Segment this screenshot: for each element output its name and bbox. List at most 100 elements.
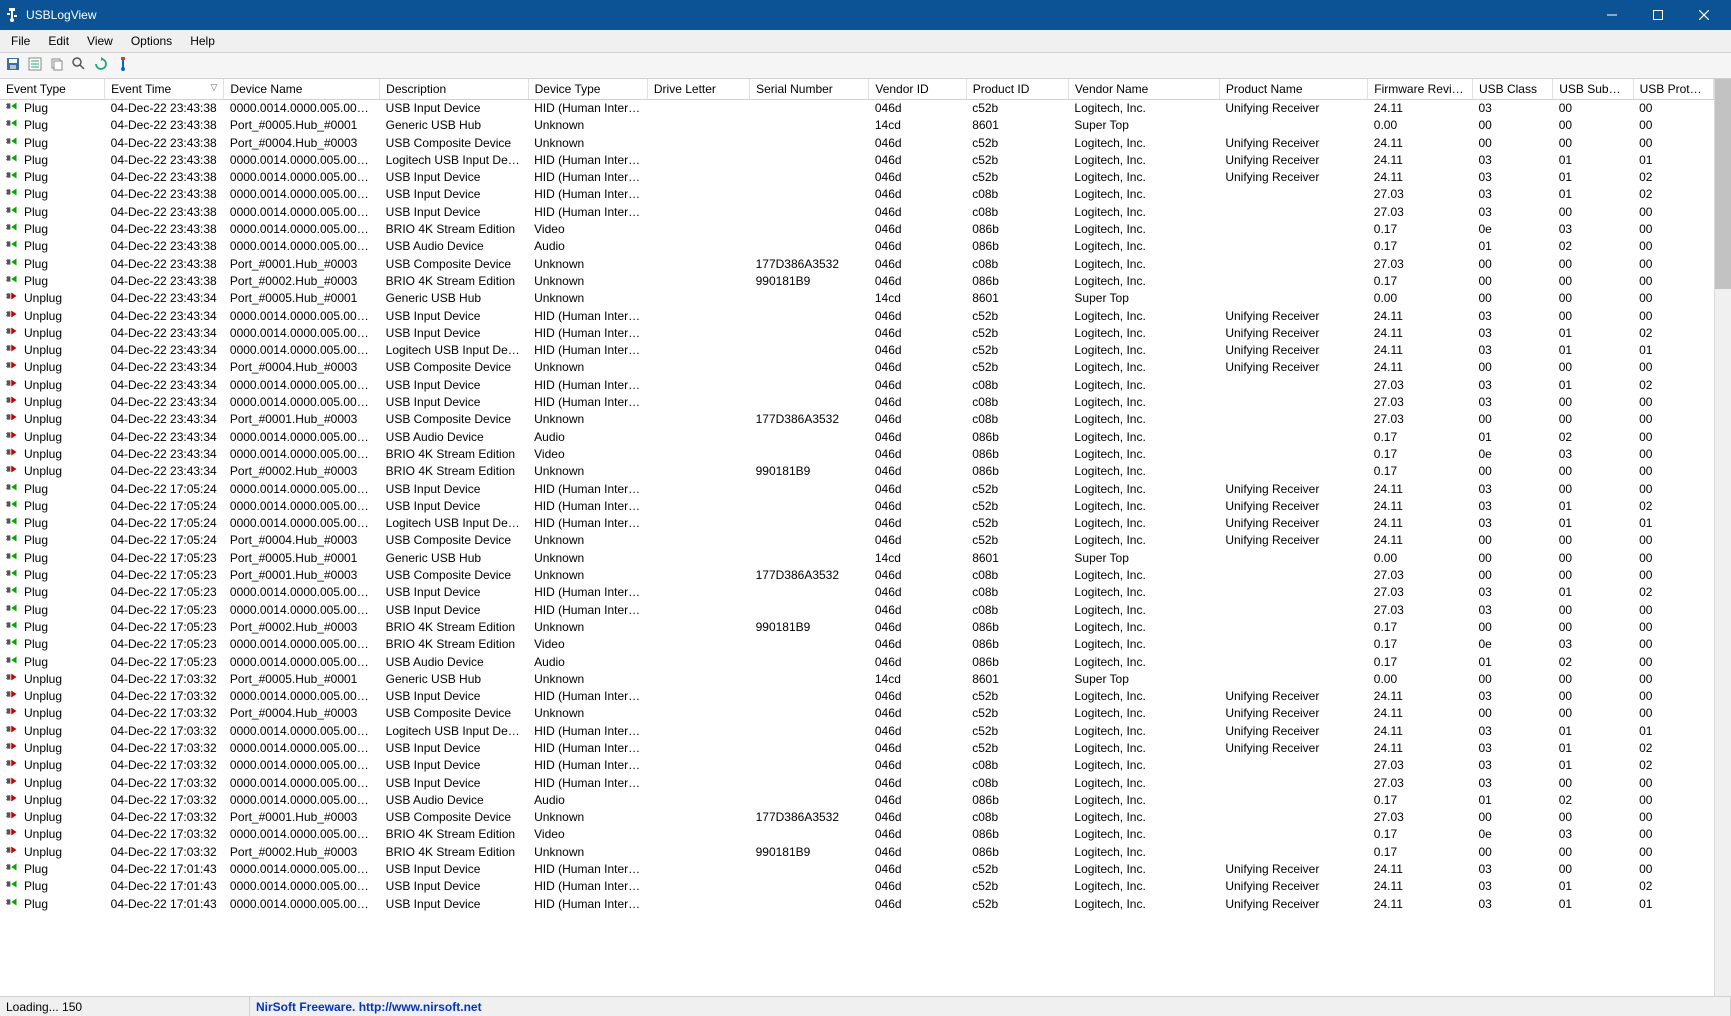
column-header[interactable]: Firmware Revis... <box>1368 79 1473 100</box>
column-header[interactable]: USB Protoc... <box>1633 79 1713 100</box>
table-row[interactable]: Unplug04-Dec-22 23:43:340000.0014.0000.0… <box>0 342 1714 359</box>
column-header[interactable]: Product ID <box>966 79 1068 100</box>
properties-button[interactable] <box>25 56 45 76</box>
cell: 02 <box>1553 238 1633 255</box>
table-row[interactable]: Unplug04-Dec-22 17:03:32Port_#0002.Hub_#… <box>0 844 1714 861</box>
table-row[interactable]: Unplug04-Dec-22 17:03:320000.0014.0000.0… <box>0 757 1714 774</box>
table-row[interactable]: Plug04-Dec-22 17:01:430000.0014.0000.005… <box>0 896 1714 913</box>
data-grid[interactable]: Event TypeEvent Time▽Device NameDescript… <box>0 79 1714 996</box>
table-row[interactable]: Unplug04-Dec-22 17:03:32Port_#0005.Hub_#… <box>0 671 1714 688</box>
table-row[interactable]: Plug04-Dec-22 17:05:240000.0014.0000.005… <box>0 498 1714 515</box>
column-header[interactable]: Serial Number <box>750 79 869 100</box>
table-row[interactable]: Unplug04-Dec-22 17:03:320000.0014.0000.0… <box>0 723 1714 740</box>
column-header[interactable]: Drive Letter <box>647 79 749 100</box>
table-row[interactable]: Unplug04-Dec-22 23:43:340000.0014.0000.0… <box>0 429 1714 446</box>
table-row[interactable]: Unplug04-Dec-22 23:43:34Port_#0001.Hub_#… <box>0 411 1714 428</box>
cell: Port_#0001.Hub_#0003 <box>224 809 380 826</box>
cell: Plug <box>0 861 105 878</box>
column-header[interactable]: Description <box>380 79 528 100</box>
table-row[interactable]: Unplug04-Dec-22 17:03:32Port_#0004.Hub_#… <box>0 705 1714 722</box>
table-row[interactable]: Plug04-Dec-22 17:01:430000.0014.0000.005… <box>0 878 1714 895</box>
status-link[interactable]: NirSoft Freeware. http://www.nirsoft.net <box>250 997 1731 1016</box>
cell <box>750 238 869 255</box>
save-button[interactable] <box>3 56 23 76</box>
cell: Logitech, Inc. <box>1068 204 1219 221</box>
table-row[interactable]: Unplug04-Dec-22 23:43:34Port_#0002.Hub_#… <box>0 463 1714 480</box>
table-row[interactable]: Plug04-Dec-22 17:05:230000.0014.0000.005… <box>0 584 1714 601</box>
minimize-button[interactable] <box>1589 0 1635 30</box>
menu-file[interactable]: File <box>2 32 39 50</box>
table-row[interactable]: Plug04-Dec-22 23:43:38Port_#0002.Hub_#00… <box>0 273 1714 290</box>
column-header[interactable]: Device Name <box>224 79 380 100</box>
column-header[interactable]: Product Name <box>1219 79 1367 100</box>
table-row[interactable]: Plug04-Dec-22 23:43:380000.0014.0000.005… <box>0 221 1714 238</box>
column-header[interactable]: Event Time▽ <box>105 79 224 100</box>
cell: 03 <box>1472 325 1552 342</box>
table-row[interactable]: Unplug04-Dec-22 23:43:340000.0014.0000.0… <box>0 446 1714 463</box>
menu-help[interactable]: Help <box>181 32 224 50</box>
table-row[interactable]: Plug04-Dec-22 17:05:23Port_#0005.Hub_#00… <box>0 550 1714 567</box>
column-header[interactable]: USB SubCl... <box>1553 79 1633 100</box>
table-row[interactable]: Plug04-Dec-22 17:05:230000.0014.0000.005… <box>0 636 1714 653</box>
cell: c52b <box>966 740 1068 757</box>
cell: Unifying Receiver <box>1219 135 1367 152</box>
table-row[interactable]: Plug04-Dec-22 23:43:380000.0014.0000.005… <box>0 238 1714 255</box>
table-row[interactable]: Plug04-Dec-22 17:05:24Port_#0004.Hub_#00… <box>0 532 1714 549</box>
cell: 27.03 <box>1368 757 1473 774</box>
usb-button[interactable] <box>113 56 133 76</box>
table-row[interactable]: Plug04-Dec-22 17:01:430000.0014.0000.005… <box>0 861 1714 878</box>
table-row[interactable]: Unplug04-Dec-22 23:43:34Port_#0004.Hub_#… <box>0 359 1714 376</box>
table-row[interactable]: Plug04-Dec-22 17:05:230000.0014.0000.005… <box>0 654 1714 671</box>
table-row[interactable]: Unplug04-Dec-22 23:43:340000.0014.0000.0… <box>0 377 1714 394</box>
table-row[interactable]: Plug04-Dec-22 23:43:380000.0014.0000.005… <box>0 204 1714 221</box>
table-row[interactable]: Plug04-Dec-22 17:05:240000.0014.0000.005… <box>0 515 1714 532</box>
table-row[interactable]: Plug04-Dec-22 17:05:240000.0014.0000.005… <box>0 481 1714 498</box>
find-button[interactable] <box>69 56 89 76</box>
table-row[interactable]: Unplug04-Dec-22 23:43:340000.0014.0000.0… <box>0 308 1714 325</box>
column-header[interactable]: Event Type <box>0 79 105 100</box>
menu-edit[interactable]: Edit <box>39 32 78 50</box>
table-row[interactable]: Unplug04-Dec-22 23:43:34Port_#0005.Hub_#… <box>0 290 1714 307</box>
table-row[interactable]: Plug04-Dec-22 23:43:380000.0014.0000.005… <box>0 152 1714 169</box>
cell: 03 <box>1472 377 1552 394</box>
close-button[interactable] <box>1681 0 1727 30</box>
column-header[interactable]: Vendor ID <box>869 79 966 100</box>
cell: c08b <box>966 567 1068 584</box>
table-row[interactable]: Plug04-Dec-22 23:43:38Port_#0005.Hub_#00… <box>0 117 1714 134</box>
cell: 03 <box>1472 342 1552 359</box>
cell: 27.03 <box>1368 602 1473 619</box>
table-row[interactable]: Unplug04-Dec-22 17:03:32Port_#0001.Hub_#… <box>0 809 1714 826</box>
cell: Plug <box>0 602 105 619</box>
table-row[interactable]: Unplug04-Dec-22 23:43:340000.0014.0000.0… <box>0 394 1714 411</box>
cell: 04-Dec-22 17:05:23 <box>105 619 224 636</box>
table-row[interactable]: Plug04-Dec-22 17:05:23Port_#0002.Hub_#00… <box>0 619 1714 636</box>
table-row[interactable]: Unplug04-Dec-22 23:43:340000.0014.0000.0… <box>0 325 1714 342</box>
cell: 27.03 <box>1368 584 1473 601</box>
table-row[interactable]: Plug04-Dec-22 23:43:380000.0014.0000.005… <box>0 186 1714 203</box>
table-row[interactable]: Unplug04-Dec-22 17:03:320000.0014.0000.0… <box>0 740 1714 757</box>
menu-view[interactable]: View <box>78 32 122 50</box>
column-header[interactable]: Device Type <box>528 79 647 100</box>
maximize-button[interactable] <box>1635 0 1681 30</box>
cell: Unplug <box>0 792 105 809</box>
cell <box>750 169 869 186</box>
copy-button[interactable] <box>47 56 67 76</box>
table-row[interactable]: Plug04-Dec-22 17:05:23Port_#0001.Hub_#00… <box>0 567 1714 584</box>
table-row[interactable]: Unplug04-Dec-22 17:03:320000.0014.0000.0… <box>0 688 1714 705</box>
table-row[interactable]: Plug04-Dec-22 23:43:380000.0014.0000.005… <box>0 100 1714 118</box>
table-row[interactable]: Unplug04-Dec-22 17:03:320000.0014.0000.0… <box>0 775 1714 792</box>
table-row[interactable]: Unplug04-Dec-22 17:03:320000.0014.0000.0… <box>0 826 1714 843</box>
cell: Plug <box>0 152 105 169</box>
status-left: Loading... 150 <box>0 997 250 1016</box>
column-header[interactable]: USB Class <box>1472 79 1552 100</box>
refresh-button[interactable] <box>91 56 111 76</box>
column-header[interactable]: Vendor Name <box>1068 79 1219 100</box>
cell: 0.17 <box>1368 238 1473 255</box>
table-row[interactable]: Unplug04-Dec-22 17:03:320000.0014.0000.0… <box>0 792 1714 809</box>
vertical-scrollbar[interactable] <box>1714 79 1731 996</box>
table-row[interactable]: Plug04-Dec-22 23:43:38Port_#0004.Hub_#00… <box>0 135 1714 152</box>
menu-options[interactable]: Options <box>122 32 181 50</box>
table-row[interactable]: Plug04-Dec-22 17:05:230000.0014.0000.005… <box>0 602 1714 619</box>
table-row[interactable]: Plug04-Dec-22 23:43:380000.0014.0000.005… <box>0 169 1714 186</box>
table-row[interactable]: Plug04-Dec-22 23:43:38Port_#0001.Hub_#00… <box>0 256 1714 273</box>
